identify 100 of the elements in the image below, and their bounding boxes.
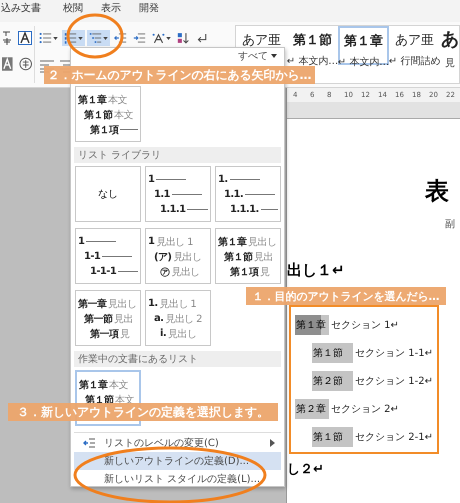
menu-item[interactable]: 新しいリスト スタイルの定義(L)... — [74, 470, 281, 488]
callout-label: ２．ホームのアウトラインの右にある矢印から… — [44, 66, 315, 84]
sample-line — [172, 194, 202, 195]
enclosed-character-icon — [18, 57, 32, 71]
ribbon-tab[interactable]: 開発 — [139, 1, 177, 15]
sort-icon — [177, 32, 190, 44]
sample-line — [120, 129, 138, 130]
outline-text: セクション 2↵ — [330, 403, 399, 416]
sample-text: 見出し 1 — [156, 236, 193, 248]
sample-text: 見出し 2 — [165, 312, 202, 326]
list-number: 1 — [78, 236, 84, 247]
submenu-arrow-icon — [270, 439, 275, 447]
list-number: ㋐ — [160, 266, 170, 278]
outline-text: セクション 1-2↵ — [354, 375, 433, 388]
outline-number: 第２章 — [295, 399, 329, 419]
phonetic-guide-icon — [2, 30, 12, 46]
list-style-option[interactable]: 1 見出し 1 (ア) 見出し ㋐ 見出し — [145, 228, 211, 284]
sample-line — [86, 241, 116, 242]
list-number: 第１項 — [90, 124, 118, 136]
sample-text: 見出 — [254, 250, 274, 264]
outline-number: 第１節 — [312, 427, 354, 447]
sample-text: 見出し — [171, 266, 200, 278]
style-option[interactable]: 第１節 ↵ 本文内… — [287, 26, 338, 65]
ribbon-tab[interactable]: 表示 — [101, 1, 139, 15]
sample-text: 見 — [260, 266, 270, 278]
list-number: (ア) — [154, 250, 172, 264]
outline-number: 第１節 — [312, 343, 354, 363]
multilevel-icon — [89, 32, 102, 44]
list-style-option[interactable]: 1 1.1 1.1.1 — [145, 166, 211, 222]
callout-label: １．目的のアウトラインを選んだら… — [246, 287, 446, 305]
sample-line — [102, 256, 132, 257]
list-number: 1 — [148, 236, 154, 247]
sample-line — [260, 209, 278, 210]
list-level-icon — [83, 438, 95, 448]
list-number: 1. — [148, 298, 158, 309]
list-style-option[interactable]: 1. 見出し 1 a. 見出し 2 i. 見出し — [145, 290, 211, 346]
list-number: 1. — [218, 174, 228, 185]
sample-text: 見 — [120, 328, 130, 340]
style-option[interactable]: 第１章 ↵ 本文内… — [338, 26, 389, 65]
list-style-option[interactable]: なし — [75, 166, 141, 222]
list-number: 1-1 — [84, 251, 100, 262]
list-style-option[interactable]: 第１章 本文 第１節 本文 第１項 — [75, 86, 141, 142]
list-style-option[interactable]: 1 1-1 1-1-1 — [75, 228, 141, 284]
caret-icon — [271, 54, 277, 58]
heading-text: 出し１↵ — [287, 261, 345, 279]
sample-text: 見出し — [168, 328, 196, 340]
sample-text: 見出し 1 — [160, 298, 196, 310]
list-style-option[interactable]: 1. 1.1. 1.1.1. — [215, 166, 281, 222]
section-header: 作業中の文書にあるリスト — [74, 351, 281, 367]
sample-line — [156, 179, 186, 180]
numbering-icon — [64, 32, 77, 44]
caret-icon — [53, 36, 58, 40]
style-option[interactable]: あア亜 ↵ 行間詰め — [389, 26, 440, 65]
sample-line — [118, 271, 138, 272]
menu-item[interactable]: リストのレベルの変更(C) — [74, 434, 281, 452]
sample-text: 見出 — [114, 312, 134, 326]
caret-icon — [166, 36, 171, 40]
sample-text: 本文 — [114, 108, 134, 122]
sample-line — [245, 194, 276, 195]
list-number: 第１節 — [84, 108, 112, 122]
document-subtitle: 副 — [445, 218, 455, 231]
list-number: 第１節 — [224, 250, 252, 264]
caret-icon — [78, 36, 83, 40]
outline-text: セクション 2-1↵ — [354, 431, 433, 444]
sample-text: 見出し — [108, 298, 136, 310]
asian-layout-icon — [152, 32, 165, 44]
indent-icon — [133, 32, 146, 44]
sample-line — [230, 179, 260, 180]
outline-number: 第１章 — [295, 315, 329, 335]
caret-icon — [103, 36, 108, 40]
bullets-button[interactable] — [37, 30, 60, 46]
multilevel-button[interactable] — [87, 30, 110, 46]
list-number: 1 — [148, 174, 154, 185]
section-header: リスト ライブラリ — [74, 147, 281, 163]
list-number: 1.1 — [154, 189, 170, 200]
list-number: 第１章 — [218, 235, 246, 248]
sample-text: 本文 — [109, 378, 128, 392]
sample-line — [187, 209, 208, 210]
heading-text: し２↵ — [287, 461, 324, 478]
character-border-icon — [18, 31, 32, 45]
callout-label: ３．新しいアウトラインの定義を選択します。 — [8, 403, 278, 421]
list-style-option[interactable]: 第一章 見出し 第一節 見出 第一項 見 — [75, 290, 141, 346]
annotation-ellipse — [66, 13, 124, 59]
outline-text: セクション 1↵ — [330, 319, 399, 332]
list-number: 第１項 — [230, 266, 258, 278]
filter-dropdown[interactable]: すべて — [238, 49, 268, 63]
outdent-icon — [114, 32, 127, 44]
list-number: 1.1. — [224, 189, 244, 200]
ribbon-tab[interactable]: 校閲 — [63, 1, 101, 15]
list-number: 1.1.1. — [230, 204, 259, 215]
style-option[interactable]: あ 見 — [440, 26, 459, 65]
menu-item[interactable]: 新しいアウトラインの定義(D)... — [74, 452, 281, 470]
ribbon-tab[interactable]: 込み文書 — [1, 1, 63, 15]
list-style-option[interactable]: 第１章 見出し 第１節 見出 第１項 見 — [215, 228, 281, 284]
list-number: 第一節 — [84, 312, 112, 326]
document-title: 表 — [425, 177, 449, 205]
list-number: 1-1-1 — [90, 266, 116, 277]
list-number: 第１章 — [79, 378, 108, 392]
list-number: i. — [160, 328, 166, 339]
sample-text: 本文 — [108, 94, 128, 106]
